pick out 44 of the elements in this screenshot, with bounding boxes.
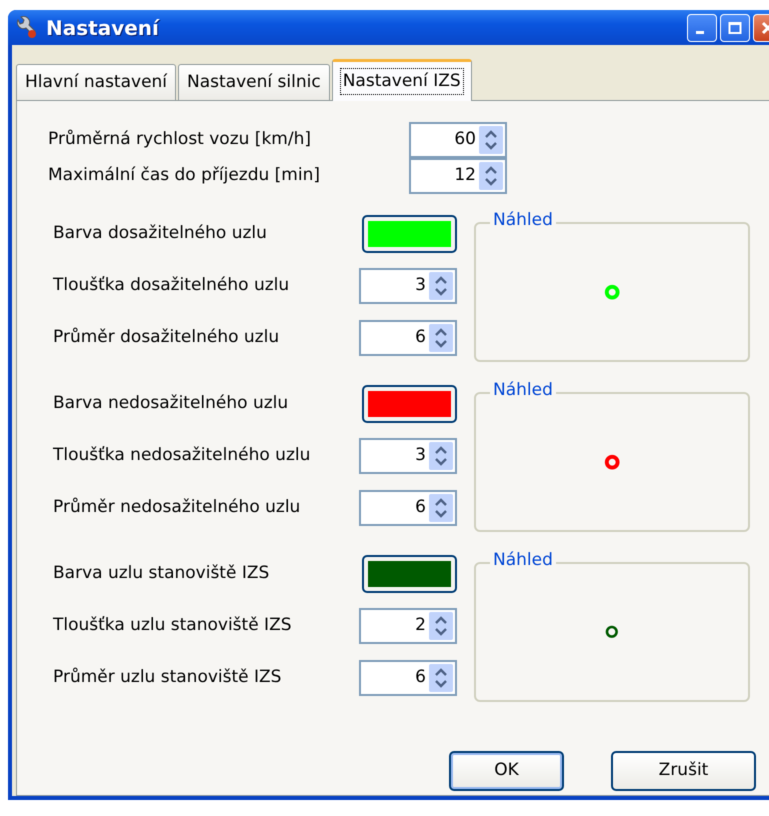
- tab[interactable]: Hlavní nastavení: [16, 64, 176, 100]
- spin-arrows-icon[interactable]: [429, 442, 453, 470]
- spin-arrows-icon[interactable]: [429, 664, 453, 692]
- number-spinner[interactable]: 3: [359, 438, 457, 474]
- node-dot: [604, 284, 620, 300]
- field-label: Maximální čas do příjezdu [min]: [48, 164, 321, 188]
- color-button[interactable]: [362, 214, 457, 252]
- field-label: Tloušťka nedosažitelného uzlu: [53, 444, 310, 467]
- number-spinner[interactable]: 6: [359, 320, 457, 356]
- minimize-button[interactable]: [687, 14, 717, 42]
- window-title: Nastavení: [46, 14, 159, 42]
- number-spinner[interactable]: 6: [359, 490, 457, 526]
- spin-arrows-icon[interactable]: [479, 126, 503, 154]
- field-label: Průměr dosažitelného uzlu: [53, 326, 280, 349]
- color-button[interactable]: [362, 554, 457, 592]
- maximize-icon: [728, 20, 742, 34]
- number-spinner[interactable]: 2: [359, 608, 457, 644]
- spin-arrows-icon[interactable]: [429, 324, 453, 352]
- field-label: Průměr uzlu stanoviště IZS: [53, 666, 282, 689]
- wrench-icon: [14, 16, 38, 40]
- dialog-button[interactable]: OK: [449, 751, 564, 791]
- tab[interactable]: Nastavení IZS: [332, 59, 472, 101]
- number-spinner[interactable]: 6: [359, 660, 457, 696]
- number-spinner[interactable]: 60: [409, 122, 507, 158]
- field-label: Průměr nedosažitelného uzlu: [53, 496, 300, 519]
- spin-arrows-icon[interactable]: [479, 162, 503, 190]
- minimize-icon: [696, 30, 704, 34]
- number-spinner[interactable]: 3: [359, 268, 457, 304]
- field-label: Barva nedosažitelného uzlu: [53, 392, 288, 415]
- spin-arrows-icon[interactable]: [429, 272, 453, 300]
- field-label: Barva dosažitelného uzlu: [53, 222, 267, 245]
- dialog-button[interactable]: Zrušit: [611, 751, 756, 791]
- color-button[interactable]: [362, 384, 457, 422]
- maximize-button[interactable]: [720, 14, 750, 42]
- field-label: Tloušťka uzlu stanoviště IZS: [53, 614, 292, 637]
- node-dot: [604, 454, 620, 470]
- spin-arrows-icon[interactable]: [429, 612, 453, 640]
- spin-arrows-icon[interactable]: [429, 494, 453, 522]
- field-label: Tloušťka dosažitelného uzlu: [53, 274, 290, 297]
- number-spinner[interactable]: 12: [409, 158, 507, 194]
- field-label: Barva uzlu stanoviště IZS: [53, 562, 270, 585]
- field-label: Průměrná rychlost vozu [km/h]: [48, 128, 312, 152]
- tab[interactable]: Nastavení silnic: [178, 64, 330, 100]
- node-dot: [606, 626, 618, 638]
